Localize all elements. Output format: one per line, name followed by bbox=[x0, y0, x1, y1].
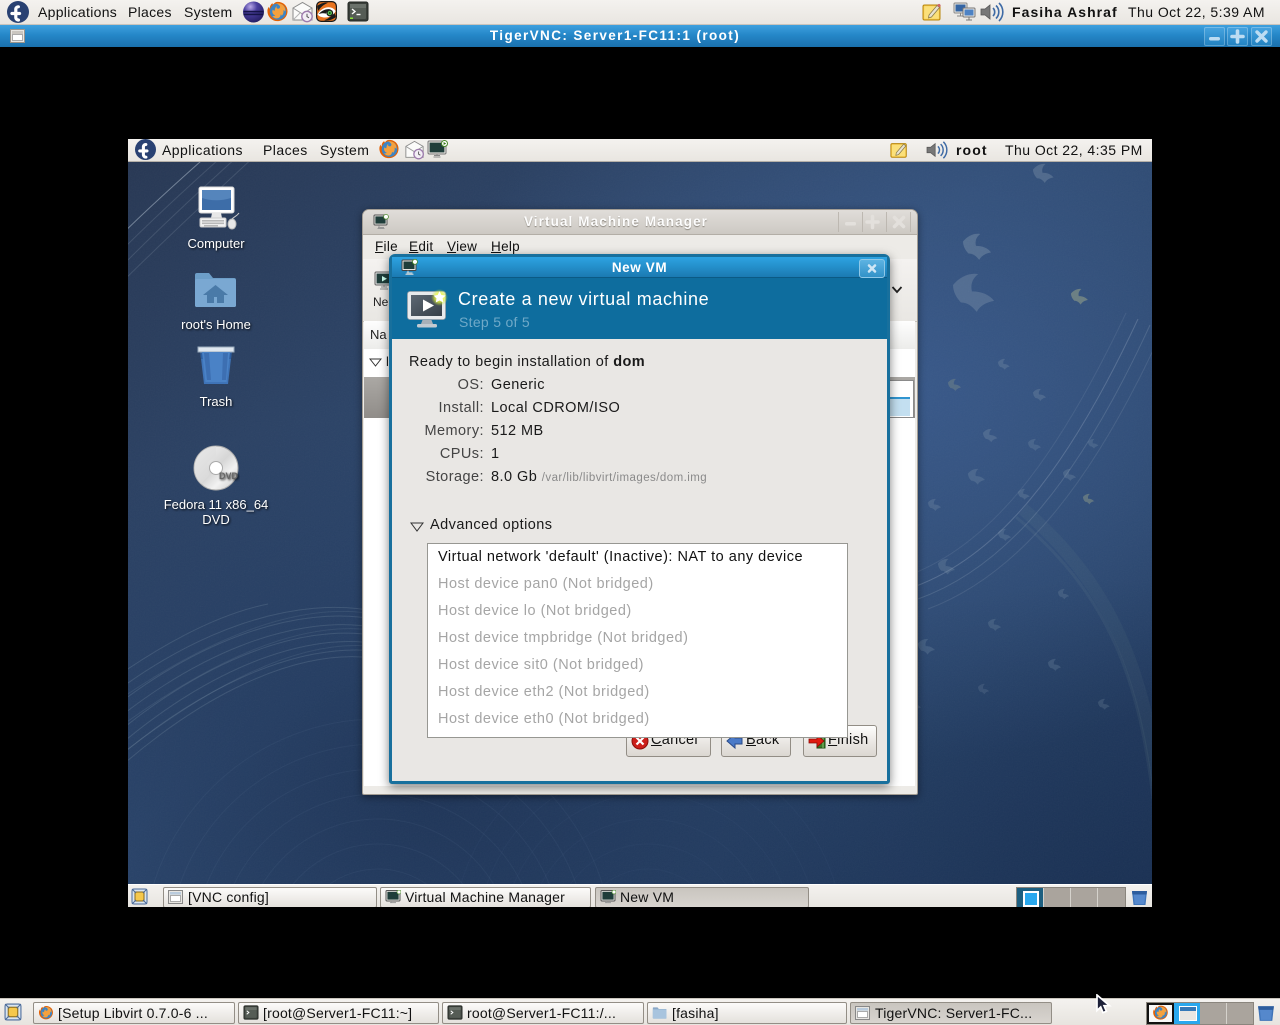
svg-text:DVD: DVD bbox=[219, 471, 239, 481]
